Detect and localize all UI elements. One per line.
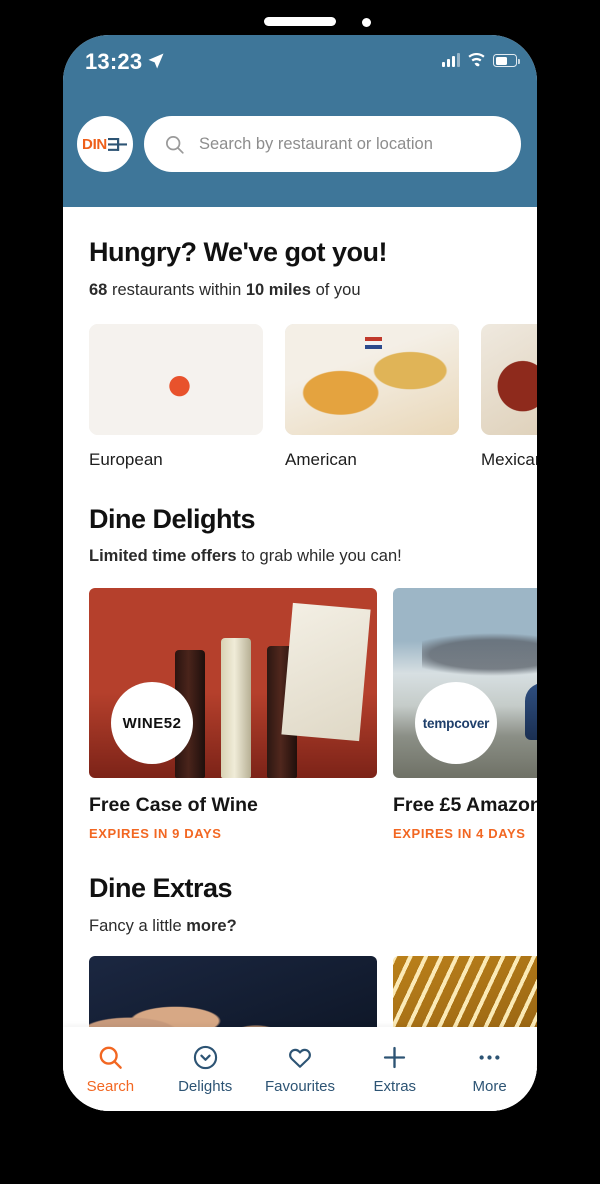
cuisine-card-american[interactable]: American [285, 324, 459, 470]
app-logo[interactable]: DIN [77, 116, 133, 172]
cuisine-carousel[interactable]: European American Mexican [63, 324, 537, 470]
cuisine-label: European [89, 450, 263, 470]
offer-image: WINE52 [89, 588, 377, 778]
delights-title: Dine Delights [89, 504, 511, 535]
nav-label: Search [87, 1078, 135, 1095]
brand-name: WINE52 [123, 715, 182, 732]
wifi-icon [467, 53, 486, 67]
location-arrow-icon [147, 52, 165, 70]
nav-item-delights[interactable]: Delights [158, 1044, 253, 1095]
hero-sub-end: of you [311, 281, 361, 299]
nav-label: Delights [178, 1078, 232, 1095]
cuisine-card-mexican[interactable]: Mexican [481, 324, 537, 470]
search-icon [97, 1044, 124, 1071]
front-camera-dot [362, 18, 371, 27]
delights-subtitle: Limited time offers to grab while you ca… [89, 547, 511, 566]
hero-restaurant-count: 68 [89, 281, 107, 299]
extras-title: Dine Extras [89, 873, 511, 904]
offer-expiry: EXPIRES IN 9 DAYS [89, 826, 377, 841]
search-input[interactable] [199, 135, 499, 154]
hero-distance: 10 miles [246, 281, 311, 299]
search-bar[interactable] [144, 116, 521, 172]
nav-label: Extras [374, 1078, 417, 1095]
extras-sub-rest: Fancy a little [89, 917, 186, 935]
cellular-signal-icon [442, 53, 460, 67]
mexican-food-photo [481, 324, 537, 435]
nav-item-extras[interactable]: Extras [347, 1044, 442, 1095]
main-content: Hungry? We've got you! 68 restaurants wi… [63, 207, 537, 1111]
cuisine-card-european[interactable]: European [89, 324, 263, 470]
european-food-photo [89, 324, 263, 435]
nav-label: More [472, 1078, 506, 1095]
cuisine-image [285, 324, 459, 435]
cuisine-label: American [285, 450, 459, 470]
extras-sub-bold: more? [186, 917, 236, 935]
circle-chevron-down-icon [192, 1044, 219, 1071]
hero-title: Hungry? We've got you! [89, 237, 511, 268]
american-food-photo [285, 324, 459, 435]
brand-badge-wine52: WINE52 [111, 682, 193, 764]
offer-title: Free Case of Wine [89, 794, 377, 817]
status-indicators [442, 53, 517, 67]
logo-text: DIN [82, 136, 107, 153]
cuisine-label: Mexican [481, 450, 537, 470]
offer-image: tempcover [393, 588, 537, 778]
nav-item-more[interactable]: More [442, 1044, 537, 1095]
brand-badge-tempcover: tempcover [415, 682, 497, 764]
nav-item-search[interactable]: Search [63, 1044, 158, 1095]
hero-sub-mid: restaurants within [107, 281, 245, 299]
heart-icon [286, 1044, 314, 1071]
status-time: 13:23 [85, 49, 142, 75]
plus-icon [381, 1044, 408, 1071]
app-header: DIN [63, 97, 537, 207]
offer-expiry: EXPIRES IN 4 DAYS [393, 826, 537, 841]
status-bar: 13:23 [63, 35, 537, 97]
offer-card-wine[interactable]: WINE52 Free Case of Wine EXPIRES IN 9 DA… [89, 588, 377, 841]
offer-title: Free £5 Amazon voucher [393, 794, 537, 817]
extras-subtitle: Fancy a little more? [89, 917, 511, 936]
brand-name: tempcover [423, 716, 489, 731]
nav-label: Favourites [265, 1078, 335, 1095]
delights-sub-bold: Limited time offers [89, 547, 237, 565]
phone-screen: 13:23 DIN [63, 35, 537, 1111]
car-shape [525, 683, 537, 740]
offer-card-amazon[interactable]: tempcover Free £5 Amazon voucher EXPIRES… [393, 588, 537, 841]
fork-icon [108, 136, 128, 153]
cuisine-image [89, 324, 263, 435]
search-icon [164, 134, 185, 155]
delights-sub-rest: to grab while you can! [237, 547, 402, 565]
battery-icon [493, 54, 517, 67]
speaker-slot [264, 17, 336, 26]
hero-subtitle: 68 restaurants within 10 miles of you [89, 281, 511, 300]
nav-item-favourites[interactable]: Favourites [253, 1044, 348, 1095]
phone-frame: 13:23 DIN [0, 0, 600, 1184]
delights-carousel[interactable]: WINE52 Free Case of Wine EXPIRES IN 9 DA… [63, 588, 537, 841]
bottom-navigation: Search Delights Favourites [63, 1027, 537, 1111]
extras-header: Dine Extras Fancy a little more? [63, 841, 537, 936]
hero-block: Hungry? We've got you! 68 restaurants wi… [63, 207, 537, 300]
ellipsis-icon [476, 1044, 503, 1071]
cuisine-image [481, 324, 537, 435]
delights-header: Dine Delights Limited time offers to gra… [63, 470, 537, 566]
